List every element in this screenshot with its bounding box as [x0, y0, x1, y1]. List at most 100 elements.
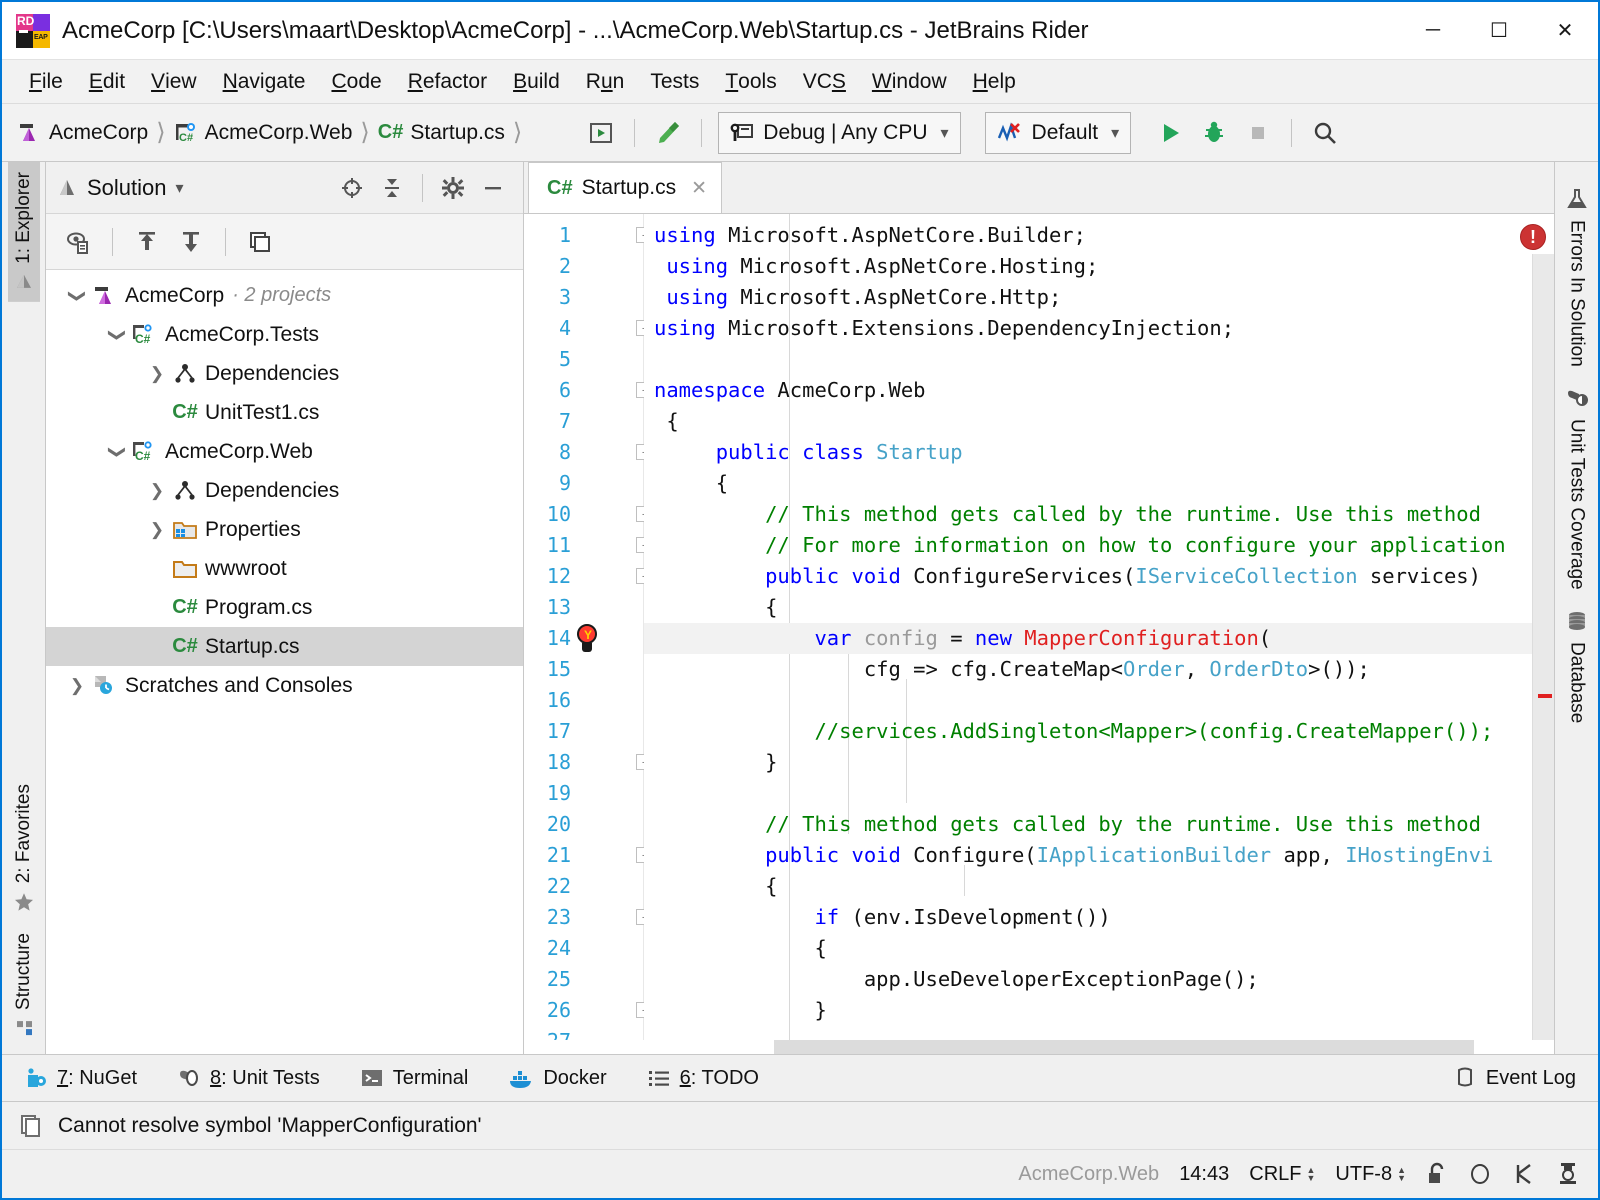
settings-gear-icon[interactable]: [433, 168, 473, 208]
copy-icon[interactable]: [240, 222, 280, 262]
code-line[interactable]: public void ConfigureServices(IServiceCo…: [644, 561, 1554, 592]
code-line[interactable]: using Microsoft.AspNetCore.Builder;: [644, 220, 1554, 251]
code-line[interactable]: }: [644, 747, 1554, 778]
code-line[interactable]: using Microsoft.AspNetCore.Http;: [644, 282, 1554, 313]
stop-icon[interactable]: [1237, 112, 1279, 154]
status-branch[interactable]: [1512, 1162, 1536, 1186]
tree-item[interactable]: ❯wwwroot: [46, 549, 523, 588]
run-anything-icon[interactable]: [580, 112, 622, 154]
code-content[interactable]: using Microsoft.AspNetCore.Builder; usin…: [644, 214, 1554, 1054]
code-line[interactable]: }: [644, 995, 1554, 1026]
tool-window-6--todo[interactable]: 6: TODO: [641, 1063, 765, 1093]
code-line[interactable]: {: [644, 406, 1554, 437]
code-line[interactable]: {: [644, 592, 1554, 623]
tool-window-docker[interactable]: Docker: [502, 1063, 612, 1093]
menu-item-tests[interactable]: Tests: [637, 60, 712, 103]
code-line[interactable]: // For more information on how to config…: [644, 530, 1554, 561]
status-lock[interactable]: [1426, 1162, 1448, 1186]
code-line[interactable]: app.UseDeveloperExceptionPage();: [644, 964, 1554, 995]
code-line[interactable]: public class Startup: [644, 437, 1554, 468]
code-editor[interactable]: 1-234-56-78-910-11-12-1314Υ15161718-1920…: [524, 214, 1554, 1054]
horizontal-scrollbar[interactable]: [524, 1040, 1554, 1054]
tool-window-7--nuget[interactable]: 7: NuGet: [18, 1063, 143, 1093]
minimize-button[interactable]: ─: [1400, 2, 1466, 59]
code-line[interactable]: var config = new MapperConfiguration(: [644, 623, 1554, 654]
close-button[interactable]: ✕: [1532, 2, 1598, 59]
menu-item-window[interactable]: Window: [859, 60, 960, 103]
tree-item[interactable]: ❯ AcmeCorp · 2 projects: [46, 276, 523, 315]
menu-item-build[interactable]: Build: [500, 60, 573, 103]
chevron-right-icon[interactable]: ❯: [144, 364, 170, 384]
code-line[interactable]: public void Configure(IApplicationBuilde…: [644, 840, 1554, 871]
breadcrumb-item-file[interactable]: C# Startup.cs: [374, 118, 509, 148]
tree-item[interactable]: ❯C#Program.cs: [46, 588, 523, 627]
tree-item[interactable]: ❯ Properties: [46, 510, 523, 549]
editor-gutter[interactable]: 1-234-56-78-910-11-12-1314Υ15161718-1920…: [524, 214, 652, 1054]
quick-fix-bulb-icon[interactable]: Υ: [574, 624, 600, 654]
code-line[interactable]: if (env.IsDevelopment()): [644, 902, 1554, 933]
info-copy-icon[interactable]: [18, 1113, 44, 1139]
chevron-right-icon[interactable]: ❯: [144, 481, 170, 501]
code-line[interactable]: [644, 685, 1554, 716]
code-line[interactable]: using Microsoft.AspNetCore.Hosting;: [644, 251, 1554, 282]
export-icon[interactable]: [127, 222, 167, 262]
code-line[interactable]: cfg => cfg.CreateMap<Order, OrderDto>())…: [644, 654, 1554, 685]
tree-item[interactable]: ❯ Scratches and Consoles: [46, 666, 523, 705]
error-marker[interactable]: [1538, 694, 1552, 698]
editor-error-badge[interactable]: !: [1520, 224, 1546, 250]
sidebar-item-errors-in-solution[interactable]: Errors In Solution: [1561, 178, 1593, 377]
tree-item[interactable]: ❯C#UnitTest1.cs: [46, 393, 523, 432]
build-hammer-icon[interactable]: [647, 112, 689, 154]
status-encoding[interactable]: UTF-8 ▲ ▼: [1335, 1163, 1406, 1186]
menu-item-refactor[interactable]: Refactor: [395, 60, 500, 103]
menu-item-code[interactable]: Code: [318, 60, 394, 103]
code-line[interactable]: {: [644, 468, 1554, 499]
chevron-down-icon[interactable]: ❯: [107, 322, 127, 348]
code-line[interactable]: namespace AcmeCorp.Web: [644, 375, 1554, 406]
sidebar-item-structure[interactable]: Structure: [8, 923, 40, 1048]
menu-item-run[interactable]: Run: [573, 60, 638, 103]
locate-icon[interactable]: [332, 168, 372, 208]
chevron-down-icon[interactable]: ❯: [107, 439, 127, 465]
debug-icon[interactable]: [1193, 112, 1235, 154]
chevron-right-icon[interactable]: ❯: [64, 676, 90, 696]
run-icon[interactable]: [1149, 112, 1191, 154]
sidebar-item-unit-tests-coverage[interactable]: Unit Tests Coverage: [1561, 377, 1593, 600]
code-line[interactable]: using Microsoft.Extensions.DependencyInj…: [644, 313, 1554, 344]
tree-item[interactable]: ❯ Dependencies: [46, 471, 523, 510]
close-icon[interactable]: ✕: [691, 177, 707, 200]
event-log-button[interactable]: Event Log: [1447, 1063, 1582, 1093]
code-line[interactable]: //services.AddSingleton<Mapper>(config.C…: [644, 716, 1554, 747]
sidebar-item-database[interactable]: Database: [1561, 600, 1593, 733]
search-everywhere-icon[interactable]: [1304, 112, 1346, 154]
run-configuration-selector[interactable]: Debug | Any CPU ▾: [718, 111, 961, 154]
sidebar-item-favorites[interactable]: 2: Favorites: [8, 774, 40, 923]
status-line-separator[interactable]: CRLF ▲ ▼: [1249, 1163, 1315, 1186]
breadcrumb-item-project[interactable]: C# AcmeCorp.Web: [170, 118, 357, 148]
code-line[interactable]: // This method gets called by the runtim…: [644, 809, 1554, 840]
menu-item-tools[interactable]: Tools: [712, 60, 789, 103]
import-icon[interactable]: [171, 222, 211, 262]
menu-item-vcs[interactable]: VC S: [790, 60, 859, 103]
sidebar-item-explorer[interactable]: 1: Explorer: [7, 162, 40, 302]
menu-item-edit[interactable]: Edit: [76, 60, 138, 103]
maximize-button[interactable]: ☐: [1466, 2, 1532, 59]
tree-item[interactable]: ❯ C# AcmeCorp.Web: [46, 432, 523, 471]
profile-selector[interactable]: Default ▾: [984, 111, 1132, 154]
tree-item[interactable]: ❯ C# AcmeCorp.Tests: [46, 315, 523, 354]
chevron-right-icon[interactable]: ❯: [144, 520, 170, 540]
menu-item-navigate[interactable]: Navigate: [210, 60, 319, 103]
editor-scrollbar[interactable]: [1532, 254, 1554, 1054]
code-line[interactable]: [644, 778, 1554, 809]
status-inspector[interactable]: [1556, 1161, 1580, 1187]
code-line[interactable]: {: [644, 871, 1554, 902]
code-line[interactable]: {: [644, 933, 1554, 964]
tool-window-8--unit-tests[interactable]: 8: Unit Tests: [171, 1063, 326, 1093]
chevron-down-icon[interactable]: ❯: [67, 283, 87, 309]
collapse-all-icon[interactable]: [372, 168, 412, 208]
tree-item[interactable]: ❯ Dependencies: [46, 354, 523, 393]
show-all-files-icon[interactable]: [58, 222, 98, 262]
solution-view-selector[interactable]: Solution ▾: [56, 175, 184, 201]
tab-startup-cs[interactable]: C# Startup.cs ✕: [528, 162, 723, 213]
hide-panel-icon[interactable]: [473, 168, 513, 208]
